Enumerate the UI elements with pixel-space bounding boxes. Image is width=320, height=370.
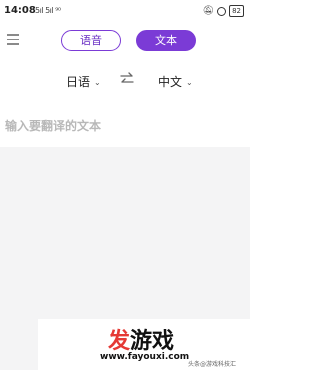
battery-icon: 82	[229, 5, 244, 17]
source-language-label: 日语	[66, 75, 91, 89]
watermark-logo: 发游戏	[108, 329, 175, 354]
status-bar: 14:08 5ıl 5ıl ⁹⁰ 🔕︎ 82	[0, 0, 250, 24]
bell-off-icon: 🔕︎	[202, 6, 215, 16]
target-language-select[interactable]: 中文 ⌄	[158, 73, 193, 90]
translate-input[interactable]: 输入要翻译的文本	[5, 110, 245, 140]
menu-icon[interactable]	[7, 34, 19, 46]
watermark-caption: 头条@游戏科技汇	[188, 361, 237, 368]
status-icons: 🔕︎ 82	[203, 5, 244, 17]
swap-icon[interactable]	[120, 72, 134, 86]
input-placeholder: 输入要翻译的文本	[5, 119, 102, 133]
status-time: 14:08	[4, 5, 36, 16]
tab-text[interactable]: 文本	[136, 30, 196, 51]
watermark-url: www.fayouxi.com	[100, 352, 190, 362]
target-language-label: 中文	[158, 75, 183, 89]
tab-voice[interactable]: 语音	[61, 30, 121, 51]
chevron-down-icon: ⌄	[94, 78, 101, 87]
alarm-icon	[217, 6, 227, 16]
chevron-down-icon: ⌄	[186, 78, 193, 87]
watermark: 发游戏 www.fayouxi.com 头条@游戏科技汇	[38, 319, 250, 370]
source-language-select[interactable]: 日语 ⌄	[66, 73, 101, 90]
signal-icon: 5ıl 5ıl ⁹⁰	[35, 6, 61, 15]
